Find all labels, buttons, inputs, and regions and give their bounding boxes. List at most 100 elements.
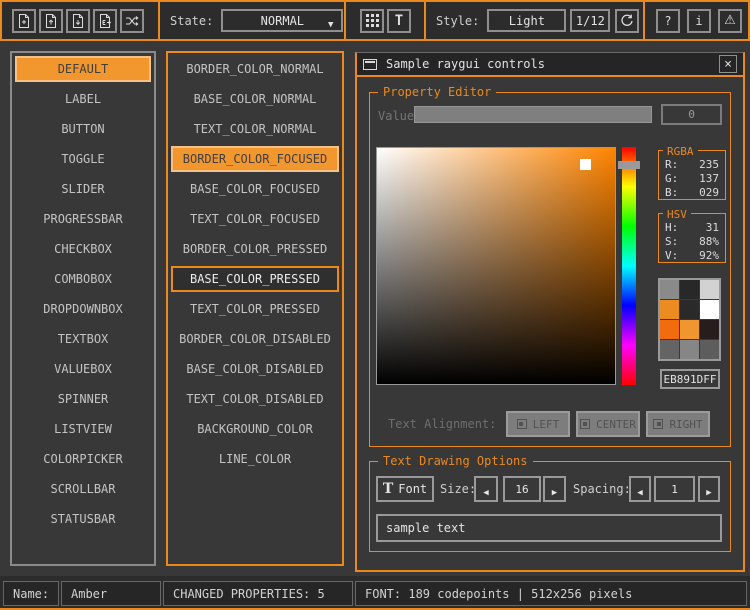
properties-list-item[interactable]: BASE_COLOR_NORMAL [171,86,339,112]
new-file-icon [17,14,31,28]
controls-list-item[interactable]: TEXTBOX [15,326,151,352]
text-alignment-label: Text Alignment: [388,417,496,431]
properties-list-item[interactable]: BASE_COLOR_DISABLED [171,356,339,382]
color-swatch[interactable] [700,280,719,299]
color-swatch[interactable] [680,320,699,339]
rgba-row-r: R: 235 [659,158,725,172]
align-center-label: CENTER [596,418,636,431]
rgba-group: RGBA R: 235 G: 137 B: 029 [658,150,726,200]
hex-value-box[interactable]: EB891DFF [660,369,720,389]
statusbar: Name: Amber CHANGED PROPERTIES: 5 FONT: … [0,576,750,610]
grid-toggle-button[interactable] [360,9,384,33]
spacing-increase-button[interactable] [698,476,720,502]
save-file-button[interactable] [66,9,90,33]
sample-text-input[interactable]: sample text [376,514,722,542]
report-issue-button[interactable] [718,9,742,33]
reload-style-button[interactable] [615,9,639,33]
new-file-button[interactable] [12,9,36,33]
properties-list: BORDER_COLOR_NORMAL BASE_COLOR_NORMAL TEXT… [166,51,344,566]
color-swatch[interactable] [660,300,679,319]
properties-list-item[interactable]: BORDER_COLOR_DISABLED [171,326,339,352]
warning-icon [724,13,736,28]
color-swatch[interactable] [660,340,679,359]
info-button[interactable] [687,9,711,33]
spacing-decrease-button[interactable] [629,476,651,502]
window-titlebar[interactable]: Sample raygui controls [357,53,743,77]
align-center-button[interactable]: CENTER [576,411,640,437]
toolbar-state-section: State: NORMAL [160,2,346,39]
export-file-icon [98,14,112,28]
color-swatch[interactable] [700,320,719,339]
properties-list-item[interactable]: BORDER_COLOR_FOCUSED [171,146,339,172]
color-swatch[interactable] [700,340,719,359]
toolbar: State: NORMAL Style: [0,0,750,41]
align-left-button[interactable]: LEFT [506,411,570,437]
controls-list-item[interactable]: COMBOBOX [15,266,151,292]
properties-list-item[interactable]: TEXT_COLOR_NORMAL [171,116,339,142]
properties-list-item[interactable]: BORDER_COLOR_PRESSED [171,236,339,262]
window-body: Property Editor Value: 0 RGBA R: 235 [357,77,743,569]
size-decrease-button[interactable] [474,476,498,502]
hue-bar[interactable] [622,147,636,385]
controls-list-item[interactable]: CHECKBOX [15,236,151,262]
controls-list-item[interactable]: SCROLLBAR [15,476,151,502]
color-panel[interactable] [376,147,616,385]
controls-list-item[interactable]: SLIDER [15,176,151,202]
controls-list-item[interactable]: LABEL [15,86,151,112]
color-swatch[interactable] [680,280,699,299]
help-button[interactable] [656,9,680,33]
controls-list-item[interactable]: TOGGLE [15,146,151,172]
controls-list-item[interactable]: VALUEBOX [15,356,151,382]
help-icon [664,14,671,28]
color-cursor[interactable] [580,159,591,170]
shuffle-icon [125,14,139,28]
export-file-button[interactable] [93,9,117,33]
property-editor-group: Property Editor Value: 0 RGBA R: 235 [369,92,731,447]
style-name-cell[interactable]: Amber [61,581,161,606]
value-slider[interactable] [414,106,652,123]
text-preview-button[interactable] [387,9,411,33]
align-right-button[interactable]: RIGHT [646,411,710,437]
value-box[interactable]: 0 [661,104,722,125]
properties-list-item[interactable]: TEXT_COLOR_DISABLED [171,386,339,412]
h-label: H: [665,221,678,235]
color-swatch[interactable] [660,320,679,339]
controls-list-item[interactable]: BUTTON [15,116,151,142]
hue-handle[interactable] [618,161,640,169]
color-swatch[interactable] [680,300,699,319]
color-swatch[interactable] [700,300,719,319]
hsv-title: HSV [663,208,691,221]
align-left-icon [517,419,527,429]
properties-list-item[interactable]: LINE_COLOR [171,446,339,472]
properties-list-item[interactable]: TEXT_COLOR_FOCUSED [171,206,339,232]
property-editor-title: Property Editor [378,86,496,99]
controls-list-item[interactable]: DROPDOWNBOX [15,296,151,322]
properties-list-item[interactable]: TEXT_COLOR_PRESSED [171,296,339,322]
properties-list-item[interactable]: BASE_COLOR_FOCUSED [171,176,339,202]
v-value: 92% [699,249,719,263]
size-value-box[interactable]: 16 [503,476,541,502]
spacing-value-box[interactable]: 1 [654,476,695,502]
size-increase-button[interactable] [543,476,566,502]
style-name-button[interactable]: Light [487,9,566,32]
properties-list-item[interactable]: BASE_COLOR_PRESSED [171,266,339,292]
color-swatch[interactable] [680,340,699,359]
controls-list-item[interactable]: LISTVIEW [15,416,151,442]
r-label: R: [665,158,678,172]
controls-list-item[interactable]: COLORPICKER [15,446,151,472]
font-button-label: Font [398,482,427,496]
open-file-button[interactable] [39,9,63,33]
font-button[interactable]: Font [376,476,434,502]
controls-list-item[interactable]: DEFAULT [15,56,151,82]
close-button[interactable] [719,55,737,73]
properties-list-item[interactable]: BACKGROUND_COLOR [171,416,339,442]
controls-list-item[interactable]: PROGRESSBAR [15,206,151,232]
controls-list-item[interactable]: STATUSBAR [15,506,151,532]
align-right-label: RIGHT [669,418,702,431]
random-style-button[interactable] [120,9,144,33]
arrow-left-icon [483,480,488,499]
state-dropdown[interactable]: NORMAL [221,9,343,32]
controls-list-item[interactable]: SPINNER [15,386,151,412]
color-swatch[interactable] [660,280,679,299]
properties-list-item[interactable]: BORDER_COLOR_NORMAL [171,56,339,82]
